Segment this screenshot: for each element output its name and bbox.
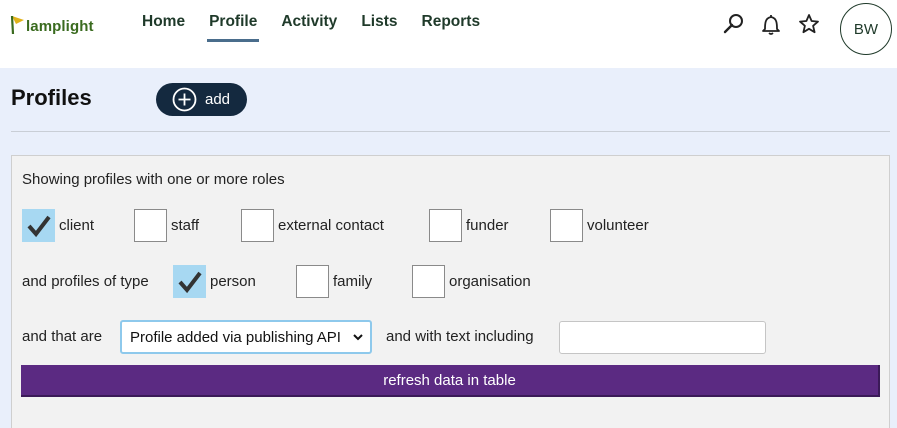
nav-item-label: Activity bbox=[281, 13, 338, 30]
nav-item-label: Home bbox=[142, 13, 186, 30]
filter-intro-text: Showing profiles with one or more roles bbox=[22, 171, 285, 188]
checkmark-icon bbox=[26, 215, 51, 237]
status-select[interactable]: Profile added via publishing API bbox=[120, 320, 372, 354]
lamp-logo-icon bbox=[10, 15, 24, 35]
checkmark-icon bbox=[177, 271, 202, 293]
nav-item-label: Lists bbox=[361, 13, 398, 30]
checkbox-label: volunteer bbox=[587, 217, 649, 234]
main-nav: Home Profile Activity Lists Reports bbox=[130, 0, 492, 44]
text-filter-input[interactable] bbox=[559, 321, 766, 354]
checkbox[interactable] bbox=[412, 265, 445, 298]
top-bar: lamplight Home Profile Activity Lists Re… bbox=[0, 0, 897, 68]
role-checkbox-client[interactable]: client bbox=[22, 209, 94, 242]
checkbox-label: person bbox=[210, 273, 256, 290]
nav-item-activity[interactable]: Activity bbox=[269, 0, 349, 44]
add-button-label: add bbox=[205, 91, 231, 108]
nav-item-reports[interactable]: Reports bbox=[410, 0, 493, 44]
type-checkbox-organisation[interactable]: organisation bbox=[412, 265, 531, 298]
plus-circle-icon bbox=[172, 87, 197, 112]
refresh-table-button[interactable]: refresh data in table bbox=[21, 365, 880, 397]
nav-item-lists[interactable]: Lists bbox=[349, 0, 409, 44]
brand-name: lamplight bbox=[26, 18, 94, 35]
checkbox[interactable] bbox=[241, 209, 274, 242]
add-profile-button[interactable]: add bbox=[156, 83, 247, 116]
checkbox-label: family bbox=[333, 273, 373, 290]
checkbox-label: staff bbox=[171, 217, 200, 234]
checkbox-label: external contact bbox=[278, 217, 384, 234]
role-checkbox-external-contact[interactable]: external contact bbox=[241, 209, 384, 242]
search-icon[interactable] bbox=[722, 12, 746, 36]
checkbox[interactable] bbox=[173, 265, 206, 298]
type-checkbox-family[interactable]: family bbox=[296, 265, 372, 298]
checkbox-label: client bbox=[59, 217, 95, 234]
avatar-initials: BW bbox=[853, 20, 879, 38]
checkbox[interactable] bbox=[22, 209, 55, 242]
nav-item-home[interactable]: Home bbox=[130, 0, 197, 44]
checkbox[interactable] bbox=[134, 209, 167, 242]
checkbox[interactable] bbox=[550, 209, 583, 242]
brand-logo[interactable]: lamplight bbox=[10, 12, 94, 36]
checkbox[interactable] bbox=[296, 265, 329, 298]
checkbox[interactable] bbox=[429, 209, 462, 242]
status-select-value: Profile added via publishing API bbox=[130, 328, 341, 346]
user-avatar[interactable]: BW bbox=[840, 3, 892, 55]
page-title: Profiles bbox=[11, 85, 92, 110]
checkbox-label: organisation bbox=[449, 273, 531, 290]
role-checkbox-funder[interactable]: funder bbox=[429, 209, 509, 242]
nav-item-label: Profile bbox=[209, 13, 258, 30]
chevron-down-icon bbox=[353, 334, 363, 341]
nav-item-label: Reports bbox=[421, 13, 481, 30]
star-icon[interactable] bbox=[797, 12, 821, 36]
role-checkbox-staff[interactable]: staff bbox=[134, 209, 199, 242]
bell-icon[interactable] bbox=[759, 12, 783, 36]
checkbox-label: funder bbox=[466, 217, 509, 234]
text-filter-label: and with text including bbox=[386, 328, 534, 345]
role-checkbox-volunteer[interactable]: volunteer bbox=[550, 209, 649, 242]
header-divider bbox=[11, 131, 890, 132]
nav-item-profile[interactable]: Profile bbox=[197, 0, 269, 44]
type-filter-label: and profiles of type bbox=[22, 273, 149, 290]
type-checkbox-person[interactable]: person bbox=[173, 265, 256, 298]
status-filter-label: and that are bbox=[22, 328, 103, 345]
refresh-button-label: refresh data in table bbox=[383, 371, 516, 389]
